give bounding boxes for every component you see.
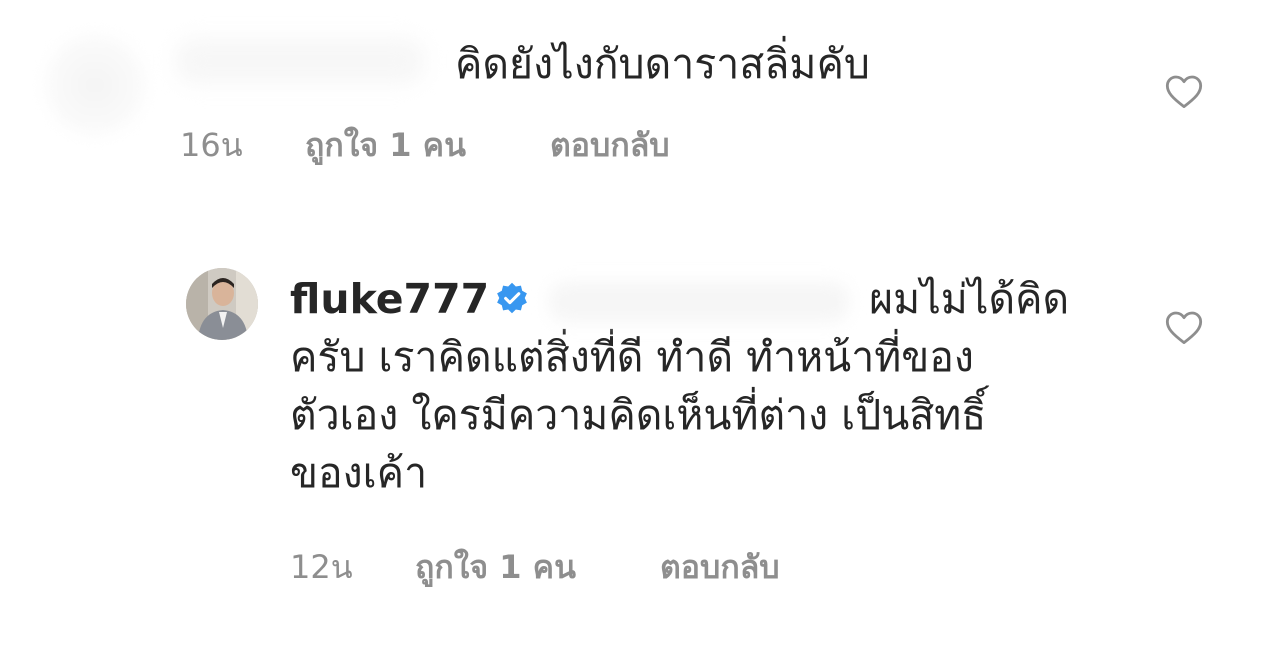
comment-body: fluke777 ผมไม่ได้คิด ครับ เราคิดแต่สิ่งท… xyxy=(290,270,1090,502)
reply-button[interactable]: ตอบกลับ xyxy=(550,120,670,171)
comment-text: คิดยังไงกับดาราสลิ่มคับ xyxy=(455,40,870,88)
heart-outline-icon[interactable] xyxy=(1163,308,1205,348)
comment-meta: 16น ถูกใจ 1 คน ตอบกลับ xyxy=(180,120,670,171)
reply-button[interactable]: ตอบกลับ xyxy=(660,542,780,593)
avatar[interactable] xyxy=(186,268,258,340)
blurred-avatar xyxy=(40,30,150,140)
comment-likes-link[interactable]: ถูกใจ 1 คน xyxy=(415,542,660,593)
comment-text-line: ของเค้า xyxy=(290,449,428,497)
heart-outline-icon[interactable] xyxy=(1163,72,1205,112)
comment: fluke777 ผมไม่ได้คิด ครับ เราคิดแต่สิ่งท… xyxy=(0,250,1280,650)
comment-meta: 12น ถูกใจ 1 คน ตอบกลับ xyxy=(290,542,780,593)
comment: คิดยังไงกับดาราสลิ่มคับ 16น ถูกใจ 1 คน ต… xyxy=(0,0,1280,200)
comment-first-line: fluke777 ผมไม่ได้คิด xyxy=(290,270,1090,328)
blurred-mention xyxy=(549,282,850,322)
comment-time: 16น xyxy=(180,126,243,164)
username-link[interactable]: fluke777 xyxy=(290,275,489,323)
verified-badge-icon xyxy=(497,282,528,314)
comment-text-line: ครับ เราคิดแต่สิ่งที่ดี ทำดี ทำหน้าที่ขอ… xyxy=(290,333,974,381)
comment-text-line: ตัวเอง ใครมีความคิดเห็นที่ต่าง เป็นสิทธิ… xyxy=(290,391,987,439)
blurred-username xyxy=(175,38,425,84)
comment-time: 12น xyxy=(290,548,353,586)
comment-text-line: ผมไม่ได้คิด xyxy=(869,275,1070,323)
comment-likes-link[interactable]: ถูกใจ 1 คน xyxy=(305,120,550,171)
